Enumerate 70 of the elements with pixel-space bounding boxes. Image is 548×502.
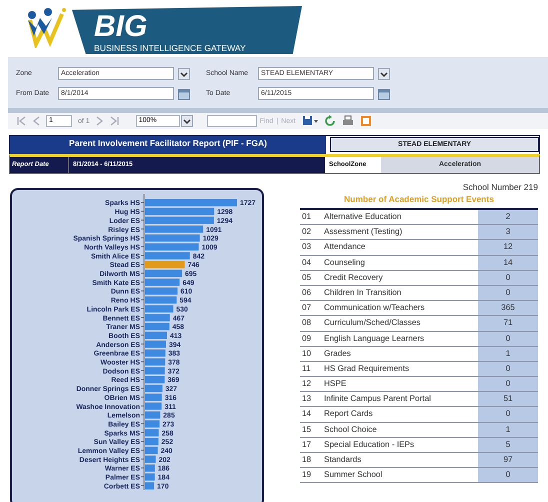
table-cell: 0 [478,270,538,285]
table-cell: 71 [478,316,538,330]
table-cell: 0 [478,332,538,346]
table-cell: 97 [478,453,538,468]
table-cell-text: 17 [301,438,312,451]
table-cell-text: Children In Transition [324,286,402,299]
table-cell-text: 19 [301,469,312,482]
table-cell: 12 [478,240,538,255]
table-cell-text: Credit Recovery [324,272,384,284]
report-title: Parent Involvement Facilitator Report (PIF - FGA) [10,136,326,154]
first-page-icon[interactable] [16,116,26,126]
table-cell-text: 07 [301,302,312,314]
table-cell-text: 12 [301,378,312,390]
table-cell-text: 05 [301,272,312,284]
table-cell-text: 10 [301,348,312,360]
print-icon[interactable] [342,115,354,127]
table-cell: 0 [478,468,538,482]
table-cell-text: English Language Learners [324,332,426,345]
table-cell-text: 06 [301,286,312,299]
table-cell-text: Summer School [324,469,384,482]
table-cell: 0 [478,377,538,392]
refresh-icon[interactable] [324,115,336,127]
table-cell: 51 [478,392,538,406]
table-cell-text: Standards [324,454,362,466]
table-cell: 365 [478,301,538,316]
table-cell-text: Special Education - IEPs [324,438,416,451]
table-cell-text: Alternative Education [324,211,402,223]
table-cell-text: 04 [301,256,312,269]
find-field[interactable] [206,115,257,127]
table-cell: 0 [478,286,538,300]
table-cell-text: 09 [301,332,312,344]
table-cell-text: Grades [324,348,352,360]
table-cell: 0 [478,407,538,422]
school-number: School Number 219 [462,182,538,193]
table-cell-text: School Choice [324,424,378,436]
table-cell-text: Infinite Campus Parent Portal [324,393,432,406]
last-page-icon[interactable] [110,116,120,126]
next-page-icon[interactable] [96,116,104,126]
table-cell-text: 02 [301,226,312,238]
save-icon[interactable] [302,115,318,127]
table-cell: 0 [478,362,538,376]
table-cell-text: 01 [301,211,312,223]
table-cell-text: 14 [301,408,312,420]
table-cell-text: 08 [301,317,312,330]
table-cell-text: 11 [301,362,312,375]
table-cell: 1 [478,346,538,361]
table-cell: 3 [478,225,538,240]
logo-title: BIG [94,11,148,43]
table-cell-text: HSPE [324,378,348,390]
table-cell-text: Report Cards [324,408,374,420]
table-cell-text: Curriculum/Sched/Classes [324,317,422,330]
table-cell: 2 [478,210,538,224]
table-cell-text: 03 [301,241,312,254]
table-cell: 1 [478,422,538,437]
calendar-icon[interactable] [178,88,190,100]
table-cell-text: 13 [301,393,312,406]
table-cell: 5 [478,438,538,452]
logo-subtitle: BUSINESS INTELLIGENCE GATEWAY [94,43,247,53]
table-cell-text: Assessment (Testing) [324,226,404,238]
previous-page-icon[interactable] [32,116,40,126]
table-cell-text: Communication w/Teachers [324,302,426,314]
table-cell-text: 18 [301,454,312,466]
table-cell: 14 [478,256,538,270]
document-icon[interactable] [360,115,372,127]
calendar-icon[interactable] [378,88,390,100]
table-cell-text: HS Grad Requirements [324,362,410,375]
table-title: Number of Academic Support Events [343,193,495,205]
table-cell-text: Attendance [324,241,366,254]
table-cell-text: Counseling [324,256,366,269]
table-cell-text: 15 [301,424,312,436]
